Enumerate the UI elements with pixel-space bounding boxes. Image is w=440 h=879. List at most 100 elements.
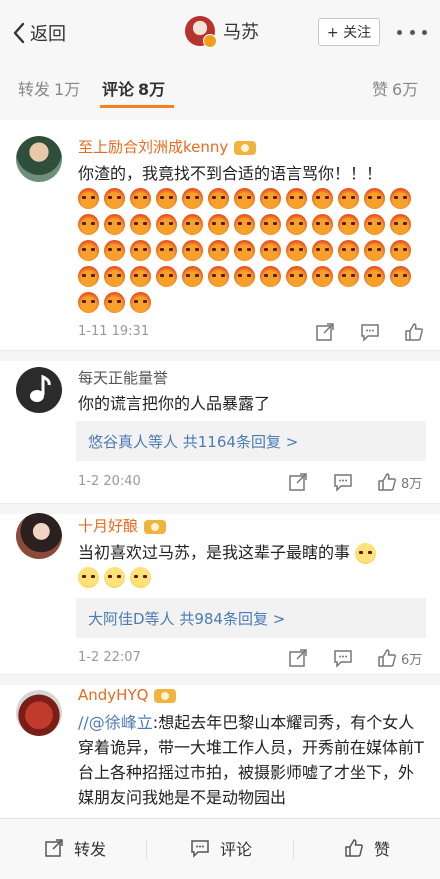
- comment-icon[interactable]: [333, 646, 353, 670]
- angry-emoji-icon: [104, 214, 125, 235]
- angry-emoji-icon: [390, 266, 411, 287]
- back-button[interactable]: 返回: [12, 18, 66, 48]
- comment-author[interactable]: 十月好酿: [78, 515, 167, 536]
- angry-emoji-icon: [286, 266, 307, 287]
- tab-comments-count: 8万: [138, 80, 166, 99]
- like-icon: [345, 839, 363, 857]
- angry-emoji-icon: [182, 266, 203, 287]
- comment-item: 十月好酿 当初喜欢过马苏，是我这辈子最瞎的事 大阿佳D等人 共984条回复 > …: [0, 513, 440, 683]
- comment-item: AndyHYQ //@徐峰立:想起去年巴黎山本耀司秀，有个女人穿着诡异，带一大堆…: [0, 684, 440, 818]
- like-label: 赞: [374, 840, 391, 859]
- comment-icon[interactable]: [360, 320, 380, 344]
- repost-label: 转发: [74, 840, 107, 859]
- tab-bar: 转发 1万 评论 8万 赞 6万: [0, 64, 440, 109]
- angry-emoji-icon: [260, 240, 281, 261]
- angry-emoji-icon: [78, 240, 99, 261]
- angry-emoji-icon: [364, 214, 385, 235]
- angry-emoji-icon: [312, 240, 333, 261]
- vip-icon: [234, 140, 257, 155]
- comment-author[interactable]: AndyHYQ: [78, 686, 177, 704]
- comment-text: 当初喜欢过马苏，是我这辈子最瞎的事: [78, 540, 428, 565]
- comment-text: 你渣的，我竟找不到合适的语言骂你！！！: [78, 164, 383, 183]
- angry-emoji-icon: [182, 240, 203, 261]
- angry-emoji-icon: [156, 266, 177, 287]
- avatar[interactable]: [16, 367, 62, 413]
- tab-comments[interactable]: 评论 8万: [102, 76, 165, 100]
- comment-time: 1-11 19:31: [78, 324, 150, 339]
- profile-title[interactable]: 马苏: [185, 16, 259, 48]
- angry-emoji-icon: [130, 292, 151, 313]
- angry-emoji-icon: [130, 188, 151, 209]
- angry-emoji-icon: [130, 240, 151, 261]
- tab-repost-count: 1万: [54, 80, 81, 99]
- angry-emoji-icon: [390, 214, 411, 235]
- follow-button[interactable]: + 关注: [318, 18, 380, 46]
- comment-text: 你的谎言把你的人品暴露了: [78, 394, 271, 413]
- angry-emoji-icon: [286, 240, 307, 261]
- share-icon[interactable]: [315, 320, 335, 344]
- comment-icon[interactable]: [333, 470, 353, 494]
- avatar[interactable]: [16, 513, 62, 559]
- like-button[interactable]: 8万: [377, 470, 422, 494]
- angry-emoji-icon: [78, 266, 99, 287]
- comment-button[interactable]: 评论: [190, 836, 252, 860]
- more-icon[interactable]: [397, 22, 427, 42]
- tab-repost[interactable]: 转发 1万: [18, 76, 80, 100]
- angry-emoji-icon: [78, 188, 99, 209]
- angry-emoji-icon: [156, 214, 177, 235]
- angry-emoji-icon: [156, 240, 177, 261]
- author-name: AndyHYQ: [78, 686, 149, 704]
- tab-comments-label: 评论: [102, 80, 135, 99]
- angry-emoji-icon: [234, 240, 255, 261]
- avatar[interactable]: [16, 136, 62, 182]
- angry-emoji-icon: [104, 266, 125, 287]
- divider: [146, 839, 147, 859]
- tab-repost-label: 转发: [18, 80, 51, 99]
- angry-emoji-icon: [78, 292, 99, 313]
- angry-emoji-icon: [364, 240, 385, 261]
- angry-emoji-icon: [260, 266, 281, 287]
- comment-author[interactable]: 至上励合刘洲成kenny: [78, 136, 257, 157]
- angry-emoji-icon: [338, 240, 359, 261]
- angry-emoji-icon: [312, 214, 333, 235]
- tab-likes-count: 6万: [392, 80, 419, 99]
- angry-emoji-icon: [156, 188, 177, 209]
- vip-icon: [154, 688, 177, 703]
- comment-item: 至上励合刘洲成kenny 你渣的，我竟找不到合适的语言骂你！！！ 1-11 19…: [0, 120, 440, 350]
- share-icon[interactable]: [288, 646, 308, 670]
- tab-likes-label: 赞: [372, 80, 389, 99]
- comment-text: //@徐峰立:想起去年巴黎山本耀司秀，有个女人穿着诡异，带一大堆工作人员，开秀前…: [78, 710, 428, 810]
- angry-emoji-icon: [234, 188, 255, 209]
- angry-emoji-icon: [338, 266, 359, 287]
- repost-button[interactable]: 转发: [44, 836, 106, 860]
- reply-summary-link[interactable]: 大阿佳D等人 共984条回复 >: [76, 598, 426, 638]
- like-button[interactable]: 6万: [377, 646, 422, 670]
- avatar[interactable]: [16, 690, 62, 736]
- divider: [0, 108, 440, 120]
- comment-item: 每天正能量誉 你的谎言把你的人品暴露了 悠谷真人等人 共1164条回复 > 1-…: [0, 361, 440, 505]
- bottom-action-bar: 转发 评论 赞: [0, 818, 440, 879]
- thinking-emoji-icon: [104, 567, 125, 588]
- like-icon: [378, 473, 396, 491]
- like-icon[interactable]: [404, 320, 424, 344]
- avatar: [185, 16, 217, 48]
- comment-icon: [191, 840, 209, 858]
- mention-link[interactable]: //@徐峰立: [78, 713, 153, 732]
- reply-summary-link[interactable]: 悠谷真人等人 共1164条回复 >: [76, 421, 426, 461]
- like-count: 6万: [401, 652, 423, 668]
- share-icon[interactable]: [288, 470, 308, 494]
- angry-emoji-icon: [260, 214, 281, 235]
- angry-emoji-icon: [208, 214, 229, 235]
- comment-time: 1-2 20:40: [78, 474, 141, 489]
- angry-emoji-icon: [208, 266, 229, 287]
- angry-emoji-icon: [260, 188, 281, 209]
- comment-author[interactable]: 每天正能量誉: [78, 367, 168, 388]
- thinking-emoji-icon: [355, 543, 377, 564]
- angry-emoji-icon: [182, 188, 203, 209]
- comment-text-body: 当初喜欢过马苏，是我这辈子最瞎的事: [78, 543, 351, 562]
- angry-emoji-icon: [104, 188, 125, 209]
- tab-likes[interactable]: 赞 6万: [372, 76, 418, 100]
- like-button[interactable]: 赞: [344, 836, 390, 860]
- author-name: 十月好酿: [78, 517, 139, 535]
- back-label: 返回: [30, 24, 66, 45]
